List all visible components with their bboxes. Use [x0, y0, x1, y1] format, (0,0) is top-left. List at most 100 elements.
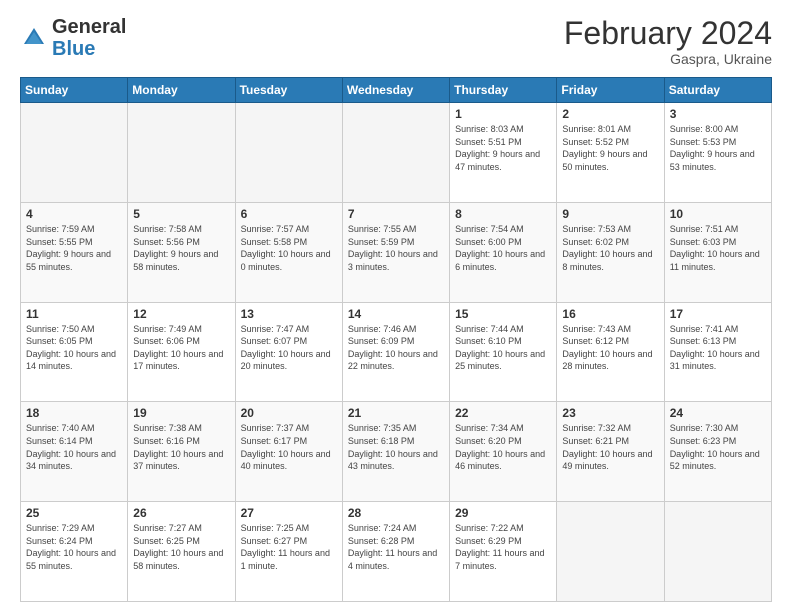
col-tuesday: Tuesday [235, 78, 342, 103]
day-info: Sunrise: 7:32 AM Sunset: 6:21 PM Dayligh… [562, 422, 658, 472]
table-row [342, 103, 449, 203]
day-number: 23 [562, 406, 658, 420]
col-saturday: Saturday [664, 78, 771, 103]
table-row: 14Sunrise: 7:46 AM Sunset: 6:09 PM Dayli… [342, 302, 449, 402]
calendar-week-row: 11 Sunrise: 7:50 AM Sunset: 6:05 PM Dayli… [21, 302, 772, 402]
calendar-week-row: 18 Sunrise: 7:40 AM Sunset: 6:14 PM Dayli… [21, 402, 772, 502]
table-row: 5 Sunrise: 7:58 AM Sunset: 5:56 PM Daylig… [128, 202, 235, 302]
table-row: 21 Sunrise: 7:35 AM Sunset: 6:18 PM Dayli… [342, 402, 449, 502]
table-row [21, 103, 128, 203]
table-row [664, 502, 771, 602]
day-info: Sunrise: 7:51 AM Sunset: 6:03 PM Dayligh… [670, 223, 766, 273]
day-number: 8 [455, 207, 551, 221]
logo-general: General [52, 16, 126, 38]
day-info: Sunrise: 7:40 AM Sunset: 6:14 PM Dayligh… [26, 422, 122, 472]
table-row: 19Sunrise: 7:38 AM Sunset: 6:16 PM Dayli… [128, 402, 235, 502]
day-info: Sunrise: 7:50 AM Sunset: 6:05 PM Dayligh… [26, 323, 122, 373]
col-wednesday: Wednesday [342, 78, 449, 103]
table-row: 28Sunrise: 7:24 AM Sunset: 6:28 PM Dayli… [342, 502, 449, 602]
day-number: 13 [241, 307, 337, 321]
day-number: 4 [26, 207, 122, 221]
table-row: 23 Sunrise: 7:32 AM Sunset: 6:21 PM Dayli… [557, 402, 664, 502]
day-info: Sunrise: 7:57 AM Sunset: 5:58 PM Dayligh… [241, 223, 337, 273]
day-number: 20 [241, 406, 337, 420]
logo: General Blue [20, 16, 126, 60]
month-title: February 2024 [564, 16, 772, 51]
day-number: 2 [562, 107, 658, 121]
day-number: 6 [241, 207, 337, 221]
day-number: 18 [26, 406, 122, 420]
day-info: Sunrise: 7:44 AM Sunset: 6:10 PM Dayligh… [455, 323, 551, 373]
logo-icon [20, 24, 48, 52]
table-row: 12Sunrise: 7:49 AM Sunset: 6:06 PM Dayli… [128, 302, 235, 402]
day-info: Sunrise: 7:53 AM Sunset: 6:02 PM Dayligh… [562, 223, 658, 273]
day-info: Sunrise: 7:58 AM Sunset: 5:56 PM Dayligh… [133, 223, 229, 273]
table-row: 10Sunrise: 7:51 AM Sunset: 6:03 PM Dayli… [664, 202, 771, 302]
table-row: 11 Sunrise: 7:50 AM Sunset: 6:05 PM Dayli… [21, 302, 128, 402]
day-info: Sunrise: 7:47 AM Sunset: 6:07 PM Dayligh… [241, 323, 337, 373]
day-number: 14 [348, 307, 444, 321]
col-sunday: Sunday [21, 78, 128, 103]
day-info: Sunrise: 7:37 AM Sunset: 6:17 PM Dayligh… [241, 422, 337, 472]
table-row: 18 Sunrise: 7:40 AM Sunset: 6:14 PM Dayli… [21, 402, 128, 502]
title-block: February 2024 Gaspra, Ukraine [564, 16, 772, 67]
col-thursday: Thursday [450, 78, 557, 103]
day-number: 3 [670, 107, 766, 121]
day-info: Sunrise: 8:00 AM Sunset: 5:53 PM Dayligh… [670, 123, 766, 173]
day-info: Sunrise: 7:27 AM Sunset: 6:25 PM Dayligh… [133, 522, 229, 572]
day-number: 9 [562, 207, 658, 221]
day-number: 25 [26, 506, 122, 520]
table-row: 25Sunrise: 7:29 AM Sunset: 6:24 PM Dayli… [21, 502, 128, 602]
table-row: 22Sunrise: 7:34 AM Sunset: 6:20 PM Dayli… [450, 402, 557, 502]
header: General Blue February 2024 Gaspra, Ukrai… [20, 16, 772, 67]
table-row: 2 Sunrise: 8:01 AM Sunset: 5:52 PM Daylig… [557, 103, 664, 203]
table-row: 7 Sunrise: 7:55 AM Sunset: 5:59 PM Daylig… [342, 202, 449, 302]
calendar-week-row: 25Sunrise: 7:29 AM Sunset: 6:24 PM Dayli… [21, 502, 772, 602]
table-row: 24 Sunrise: 7:30 AM Sunset: 6:23 PM Dayli… [664, 402, 771, 502]
col-monday: Monday [128, 78, 235, 103]
col-friday: Friday [557, 78, 664, 103]
table-row: 29 Sunrise: 7:22 AM Sunset: 6:29 PM Dayli… [450, 502, 557, 602]
day-number: 28 [348, 506, 444, 520]
day-number: 21 [348, 406, 444, 420]
day-info: Sunrise: 7:41 AM Sunset: 6:13 PM Dayligh… [670, 323, 766, 373]
day-number: 17 [670, 307, 766, 321]
day-info: Sunrise: 7:54 AM Sunset: 6:00 PM Dayligh… [455, 223, 551, 273]
table-row: 17 Sunrise: 7:41 AM Sunset: 6:13 PM Dayli… [664, 302, 771, 402]
logo-text: General Blue [52, 16, 126, 60]
table-row [557, 502, 664, 602]
day-info: Sunrise: 7:30 AM Sunset: 6:23 PM Dayligh… [670, 422, 766, 472]
table-row: 20 Sunrise: 7:37 AM Sunset: 6:17 PM Dayli… [235, 402, 342, 502]
day-info: Sunrise: 7:22 AM Sunset: 6:29 PM Dayligh… [455, 522, 551, 572]
day-info: Sunrise: 7:35 AM Sunset: 6:18 PM Dayligh… [348, 422, 444, 472]
day-number: 29 [455, 506, 551, 520]
day-number: 1 [455, 107, 551, 121]
day-info: Sunrise: 7:43 AM Sunset: 6:12 PM Dayligh… [562, 323, 658, 373]
table-row: 6 Sunrise: 7:57 AM Sunset: 5:58 PM Daylig… [235, 202, 342, 302]
calendar-header-row: Sunday Monday Tuesday Wednesday Thursday… [21, 78, 772, 103]
calendar-table: Sunday Monday Tuesday Wednesday Thursday… [20, 77, 772, 602]
calendar-week-row: 1 Sunrise: 8:03 AM Sunset: 5:51 PM Daylig… [21, 103, 772, 203]
page: General Blue February 2024 Gaspra, Ukrai… [0, 0, 792, 612]
day-info: Sunrise: 8:03 AM Sunset: 5:51 PM Dayligh… [455, 123, 551, 173]
day-number: 16 [562, 307, 658, 321]
table-row: 16 Sunrise: 7:43 AM Sunset: 6:12 PM Dayli… [557, 302, 664, 402]
day-number: 24 [670, 406, 766, 420]
logo-blue: Blue [52, 38, 95, 60]
table-row: 27Sunrise: 7:25 AM Sunset: 6:27 PM Dayli… [235, 502, 342, 602]
day-info: Sunrise: 8:01 AM Sunset: 5:52 PM Dayligh… [562, 123, 658, 173]
day-info: Sunrise: 7:55 AM Sunset: 5:59 PM Dayligh… [348, 223, 444, 273]
day-number: 11 [26, 307, 122, 321]
table-row: 9 Sunrise: 7:53 AM Sunset: 6:02 PM Daylig… [557, 202, 664, 302]
day-info: Sunrise: 7:49 AM Sunset: 6:06 PM Dayligh… [133, 323, 229, 373]
day-info: Sunrise: 7:25 AM Sunset: 6:27 PM Dayligh… [241, 522, 337, 572]
day-number: 26 [133, 506, 229, 520]
day-number: 22 [455, 406, 551, 420]
day-number: 7 [348, 207, 444, 221]
table-row: 15Sunrise: 7:44 AM Sunset: 6:10 PM Dayli… [450, 302, 557, 402]
day-info: Sunrise: 7:38 AM Sunset: 6:16 PM Dayligh… [133, 422, 229, 472]
table-row: 1 Sunrise: 8:03 AM Sunset: 5:51 PM Daylig… [450, 103, 557, 203]
day-number: 5 [133, 207, 229, 221]
table-row: 26 Sunrise: 7:27 AM Sunset: 6:25 PM Dayli… [128, 502, 235, 602]
day-info: Sunrise: 7:59 AM Sunset: 5:55 PM Dayligh… [26, 223, 122, 273]
